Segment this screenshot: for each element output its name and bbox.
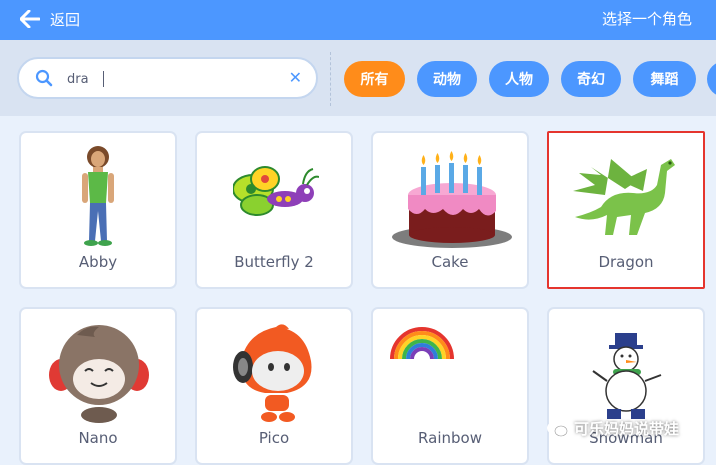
- sprite-card-butterfly-2[interactable]: Butterfly 2: [195, 131, 353, 289]
- back-label: 返回: [50, 10, 81, 29]
- sprite-name: Pico: [258, 429, 290, 447]
- header-bar: 返回 选择一个角色: [0, 0, 716, 40]
- sprite-card-rainbow[interactable]: Rainbow: [371, 307, 529, 465]
- tag-fantasy[interactable]: 奇幻: [561, 61, 621, 97]
- back-button[interactable]: 返回: [20, 6, 80, 32]
- pico-sprite-image: [233, 324, 312, 422]
- cake-sprite-image: [392, 151, 512, 248]
- sprite-card-abby[interactable]: Abby: [19, 131, 177, 289]
- arrow-left-icon: [20, 10, 40, 28]
- butterfly-sprite-image: [233, 166, 319, 216]
- page-title: 选择一个角色: [601, 10, 692, 28]
- watermark-text: 可乐妈妈说带娃: [574, 420, 680, 438]
- sprite-card-cake[interactable]: Cake: [371, 131, 529, 289]
- search-icon: [35, 69, 53, 87]
- sprite-name: Nano: [78, 429, 118, 447]
- watermark: 可乐妈妈说带娃: [546, 418, 679, 439]
- tag-all[interactable]: 所有: [344, 61, 405, 97]
- sprite-card-dragon[interactable]: Dragon: [547, 131, 705, 289]
- sprite-name: Dragon: [598, 253, 654, 271]
- tag-animals[interactable]: 动物: [417, 61, 477, 97]
- rainbow-sprite-image: [390, 327, 454, 360]
- filter-bar: ✕ 所有 动物 人物 奇幻 舞蹈: [0, 40, 716, 116]
- abby-sprite-image: [82, 146, 114, 246]
- snowman-sprite-image: [592, 333, 662, 419]
- search-input[interactable]: [67, 68, 277, 90]
- tag-people[interactable]: 人物: [489, 61, 549, 97]
- sprite-name: Abby: [78, 253, 118, 271]
- sprite-card-nano[interactable]: Nano: [19, 307, 177, 465]
- tag-dance[interactable]: 舞蹈: [633, 61, 696, 97]
- tag-more[interactable]: [707, 61, 716, 97]
- search-box[interactable]: ✕: [17, 57, 318, 99]
- text-caret: [103, 71, 104, 87]
- dragon-sprite-image: [573, 159, 675, 235]
- sprite-card-pico[interactable]: Pico: [195, 307, 353, 465]
- sprite-name: Butterfly 2: [234, 253, 314, 271]
- sprite-card-snowman[interactable]: Snowman: [547, 307, 705, 465]
- wechat-icon: [547, 421, 568, 436]
- sprite-name: Cake: [431, 253, 469, 271]
- sprite-name: Rainbow: [418, 429, 482, 447]
- nano-sprite-image: [49, 325, 149, 423]
- clear-icon[interactable]: ✕: [289, 69, 302, 87]
- divider: [330, 52, 331, 106]
